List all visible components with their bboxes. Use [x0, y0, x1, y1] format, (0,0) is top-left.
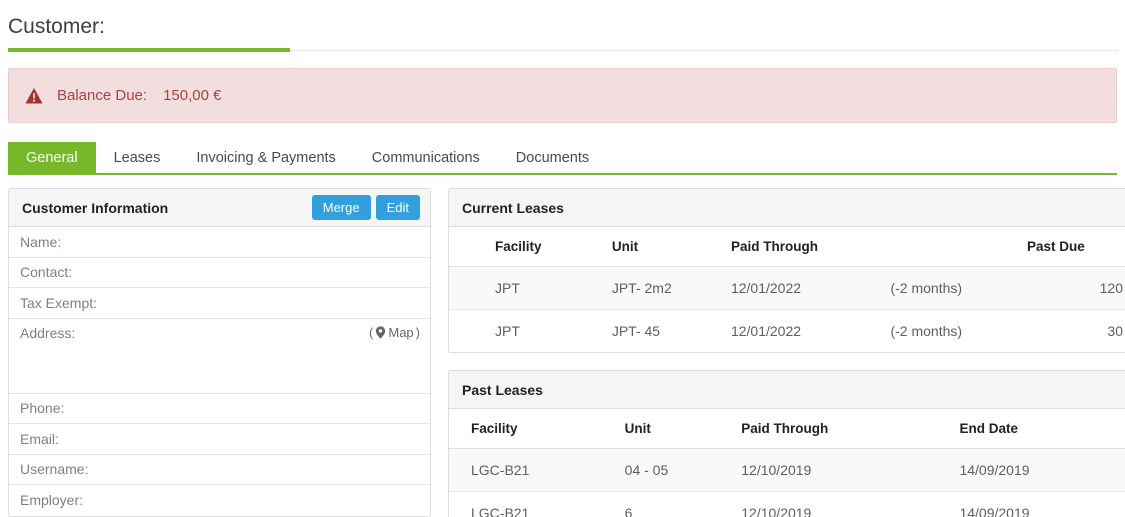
info-label-name: Name:	[20, 233, 62, 250]
table-row[interactable]: LGC-B21 04 - 05 12/10/2019 14/09/2019	[449, 448, 1125, 492]
right-column: Current Leases Facility Unit Paid Throug…	[448, 188, 1125, 517]
balance-due-alert: Balance Due: 150,00 €	[8, 68, 1117, 123]
content-columns: Customer Information Merge Edit Name: Co…	[8, 188, 1125, 517]
title-underline-accent	[8, 48, 290, 52]
past-leases-table: Facility Unit Paid Through End Date LGC-…	[449, 409, 1125, 517]
info-row-address: Address: ( Map )	[9, 319, 430, 394]
tab-general[interactable]: General	[8, 142, 96, 173]
table-row[interactable]: JPT JPT- 2m2 12/01/2022 (-2 months) 120	[449, 266, 1125, 310]
cell-paid-through: 12/10/2019	[741, 505, 812, 517]
cell-paid-through: 12/01/2022	[730, 323, 802, 339]
cell-facility: JPT	[449, 266, 602, 310]
page-header: Customer:	[0, 0, 1125, 40]
balance-due-label: Balance Due:	[57, 87, 148, 104]
info-label-username: Username:	[20, 461, 89, 478]
col-header-facility[interactable]: Facility	[449, 227, 602, 267]
info-row-tax-exempt: Tax Exempt:	[9, 288, 430, 319]
left-column: Customer Information Merge Edit Name: Co…	[8, 188, 431, 517]
tab-documents[interactable]: Documents	[498, 142, 607, 173]
current-leases-table: Facility Unit Paid Through Past Due JPT …	[449, 227, 1125, 352]
col-header-paid-through[interactable]: Paid Through	[720, 227, 881, 267]
col-header-overdue	[880, 227, 1017, 267]
cell-facility: LGC-B21	[449, 448, 615, 492]
col-header-end-date[interactable]: End Date	[927, 409, 1125, 449]
col-header-unit[interactable]: Unit	[614, 409, 732, 449]
info-row-phone: Phone:	[9, 394, 430, 424]
tab-communications[interactable]: Communications	[354, 142, 498, 173]
past-leases-thead: Facility Unit Paid Through End Date	[449, 409, 1125, 449]
cell-end-date: 14/09/2019	[927, 448, 1125, 492]
info-label-email: Email:	[20, 430, 59, 447]
customer-information-actions: Merge Edit	[311, 195, 420, 220]
info-row-name: Name:	[9, 227, 430, 258]
cell-unit: 04 - 05	[614, 448, 732, 492]
current-leases-panel: Current Leases Facility Unit Paid Throug…	[448, 188, 1125, 353]
map-paren-close: )	[415, 324, 420, 340]
info-row-employer: Employer:	[9, 485, 430, 516]
table-header-row: Facility Unit Paid Through Past Due	[449, 227, 1125, 267]
info-label-employer: Employer:	[20, 492, 84, 509]
info-row-email: Email:	[9, 424, 430, 455]
map-paren-open: (	[369, 324, 374, 340]
cell-facility: LGC-B21	[471, 505, 530, 517]
map-link[interactable]: ( Map )	[369, 325, 420, 340]
info-row-username: Username:	[9, 455, 430, 485]
title-underline	[8, 48, 1117, 53]
table-row[interactable]: LGC-B21 6 12/10/2019 14/09/2019	[449, 492, 1125, 517]
cell-overdue: (-2 months)	[880, 266, 1017, 310]
info-label-phone: Phone:	[20, 400, 65, 417]
tab-leases[interactable]: Leases	[96, 142, 179, 173]
customer-information-panel: Customer Information Merge Edit Name: Co…	[8, 188, 431, 517]
info-label-address: Address:	[20, 324, 76, 341]
page-title: Customer:	[8, 15, 105, 38]
warning-triangle-icon	[25, 87, 43, 103]
past-leases-title: Past Leases	[462, 381, 543, 398]
current-leases-thead: Facility Unit Paid Through Past Due	[449, 227, 1125, 267]
customer-detail-page: Customer: Balance Due: 150,00 € General …	[0, 0, 1125, 517]
col-header-unit[interactable]: Unit	[601, 227, 721, 267]
col-header-past-due[interactable]: Past Due	[1017, 227, 1125, 267]
customer-information-header: Customer Information Merge Edit	[9, 189, 430, 227]
cell-paid-through: 12/01/2022	[720, 266, 881, 310]
table-row[interactable]: JPT JPT- 45 12/01/2022 (-2 months) 30	[449, 310, 1125, 353]
past-leases-tbody: LGC-B21 04 - 05 12/10/2019 14/09/2019 LG…	[449, 448, 1125, 517]
current-leases-title: Current Leases	[462, 199, 564, 216]
cell-past-due: 120	[1017, 266, 1125, 310]
tab-bar: General Leases Invoicing & Payments Comm…	[8, 142, 1117, 175]
cell-unit: 6	[624, 505, 633, 517]
table-header-row: Facility Unit Paid Through End Date	[449, 409, 1125, 449]
current-leases-tbody: JPT JPT- 2m2 12/01/2022 (-2 months) 120 …	[449, 266, 1125, 353]
customer-information-title: Customer Information	[22, 199, 169, 216]
cell-end-date: 14/09/2019	[959, 505, 1030, 517]
cell-overdue: (-2 months)	[890, 323, 963, 339]
col-header-facility[interactable]: Facility	[449, 409, 615, 449]
edit-button[interactable]: Edit	[375, 195, 420, 220]
tab-invoicing-payments[interactable]: Invoicing & Payments	[178, 142, 353, 173]
current-leases-header: Current Leases	[449, 189, 1125, 227]
merge-button[interactable]: Merge	[311, 195, 371, 220]
cell-unit: JPT- 45	[611, 323, 661, 339]
past-leases-header: Past Leases	[449, 371, 1125, 409]
info-row-contact: Contact:	[9, 258, 430, 288]
balance-due-value: 150,00 €	[163, 87, 222, 104]
map-link-label: Map	[388, 324, 414, 340]
cell-unit: JPT- 2m2	[601, 266, 721, 310]
info-label-tax-exempt: Tax Exempt:	[20, 294, 98, 311]
map-pin-icon	[376, 325, 386, 339]
cell-paid-through: 12/10/2019	[731, 448, 928, 492]
past-leases-panel: Past Leases Facility Unit Paid Through E…	[448, 370, 1125, 517]
info-label-contact: Contact:	[20, 264, 73, 281]
cell-facility: JPT	[495, 323, 520, 339]
col-header-paid-through[interactable]: Paid Through	[731, 409, 928, 449]
cell-past-due: 30	[1107, 323, 1123, 339]
